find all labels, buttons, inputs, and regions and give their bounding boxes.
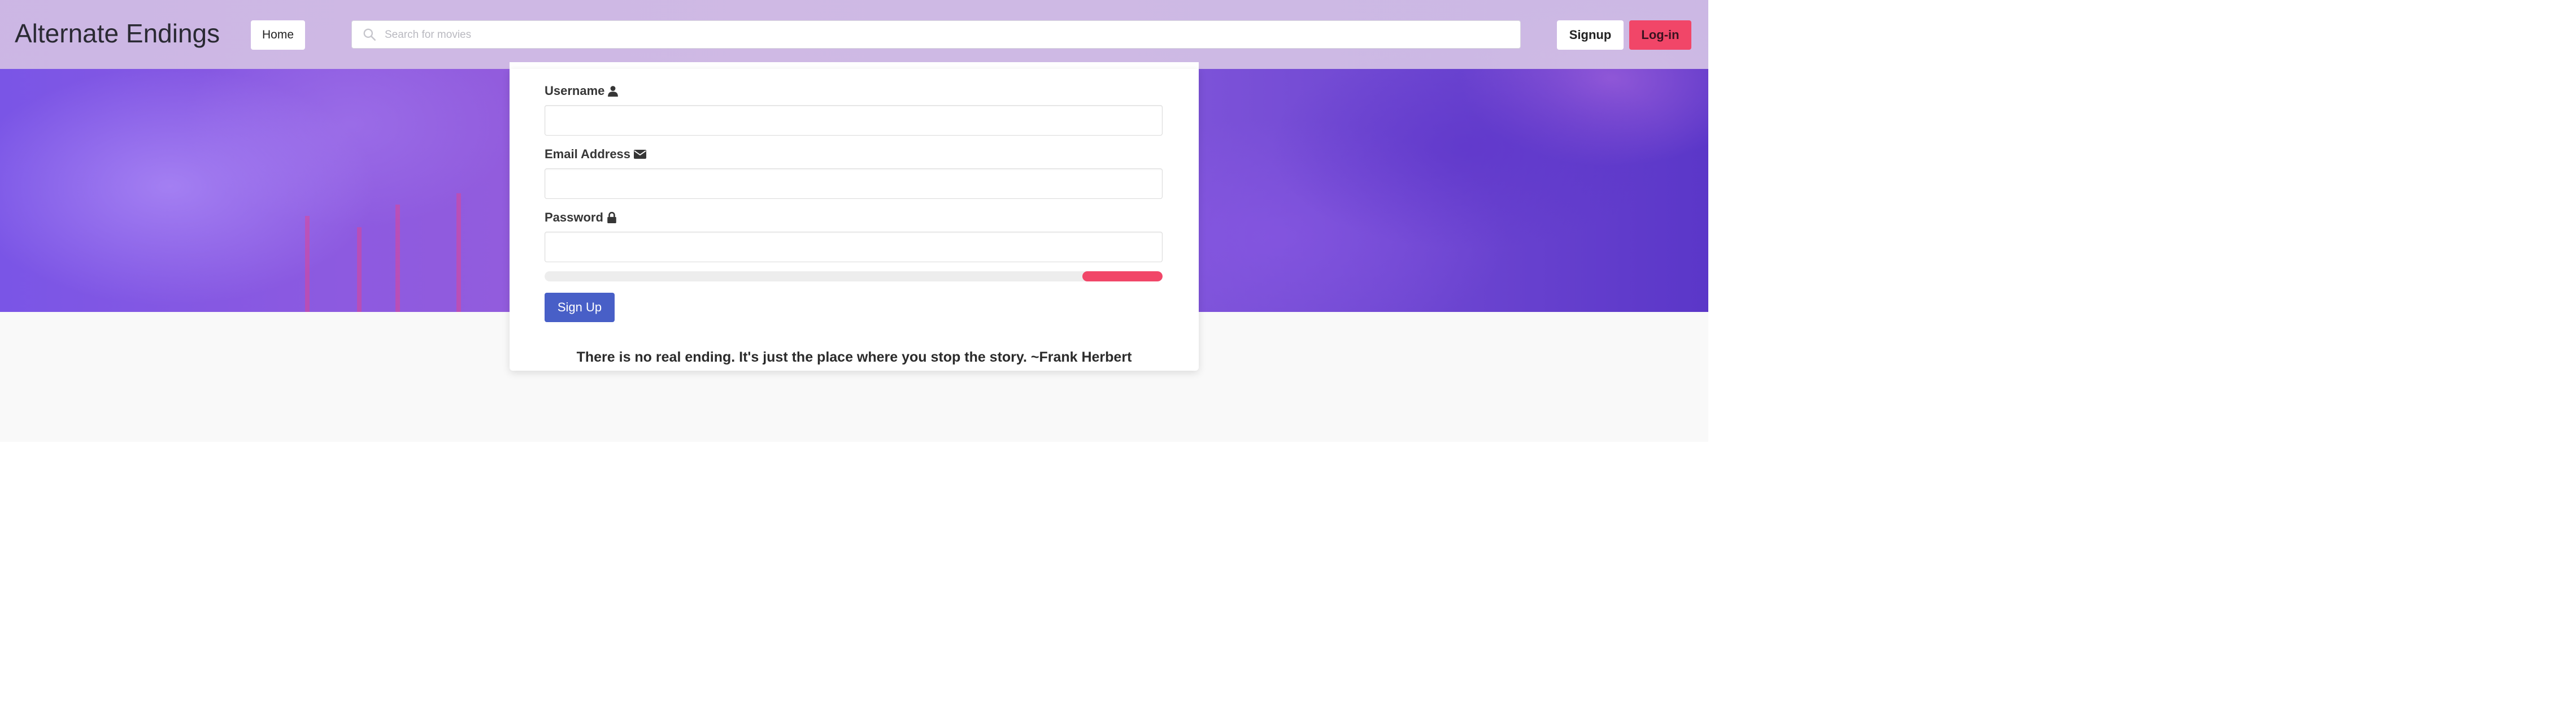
signup-card: Username Email Address Password Sign Up … xyxy=(510,69,1199,371)
top-navbar: Alternate Endings Home Signup Log-in xyxy=(0,0,1708,69)
home-button[interactable]: Home xyxy=(251,20,305,50)
hero-decoration xyxy=(305,216,310,312)
password-field[interactable] xyxy=(545,232,1163,262)
user-icon xyxy=(608,86,619,97)
footer-quote: There is no real ending. It's just the p… xyxy=(576,349,1132,365)
password-label: Password xyxy=(545,210,617,225)
search-icon xyxy=(363,28,376,41)
email-label-text: Email Address xyxy=(545,147,631,161)
password-label-text: Password xyxy=(545,210,603,224)
email-label: Email Address xyxy=(545,147,647,162)
username-label-text: Username xyxy=(545,84,605,98)
username-field[interactable] xyxy=(545,105,1163,136)
search-input[interactable] xyxy=(384,21,1510,49)
password-strength-fill xyxy=(1082,271,1163,281)
search-bar xyxy=(351,20,1521,49)
hero-decoration xyxy=(357,227,362,312)
password-strength-bar xyxy=(545,271,1163,281)
signup-button[interactable]: Signup xyxy=(1557,20,1624,50)
app-root: Alternate Endings Home Signup Log-in Use… xyxy=(0,0,1708,442)
lock-icon xyxy=(607,212,616,223)
hero-decoration xyxy=(456,193,461,312)
hero-decoration xyxy=(395,205,400,312)
email-field[interactable] xyxy=(545,168,1163,199)
brand-title[interactable]: Alternate Endings xyxy=(15,18,220,49)
signup-submit-button[interactable]: Sign Up xyxy=(545,293,615,322)
username-label: Username xyxy=(545,84,619,98)
login-button[interactable]: Log-in xyxy=(1629,20,1691,50)
envelope-icon xyxy=(634,150,647,159)
